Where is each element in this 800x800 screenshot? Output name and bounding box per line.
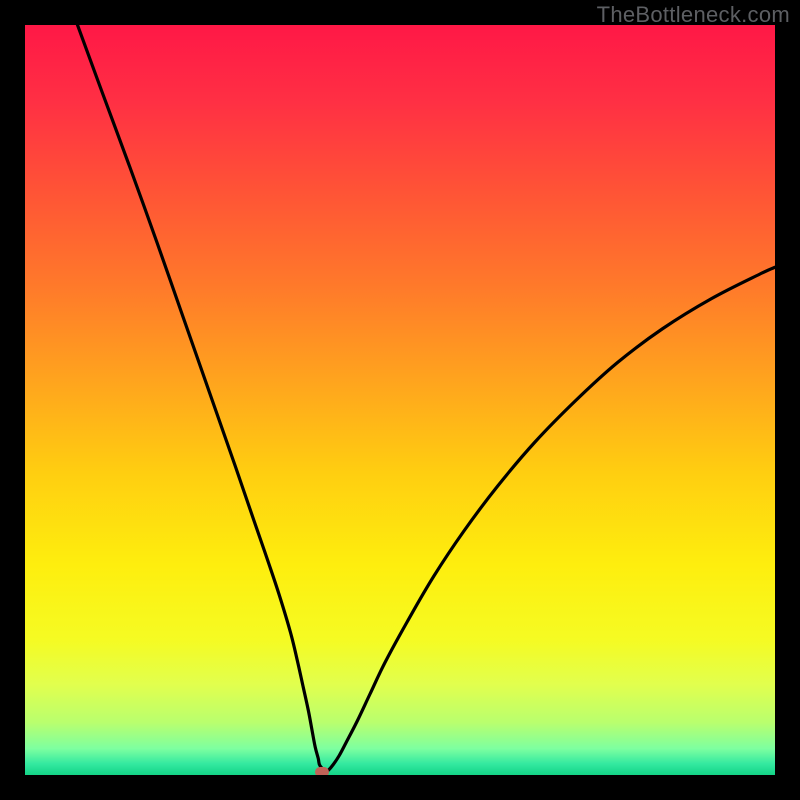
optimal-point-marker [315,767,329,775]
background-gradient [25,25,775,775]
chart-plot-area [25,25,775,775]
